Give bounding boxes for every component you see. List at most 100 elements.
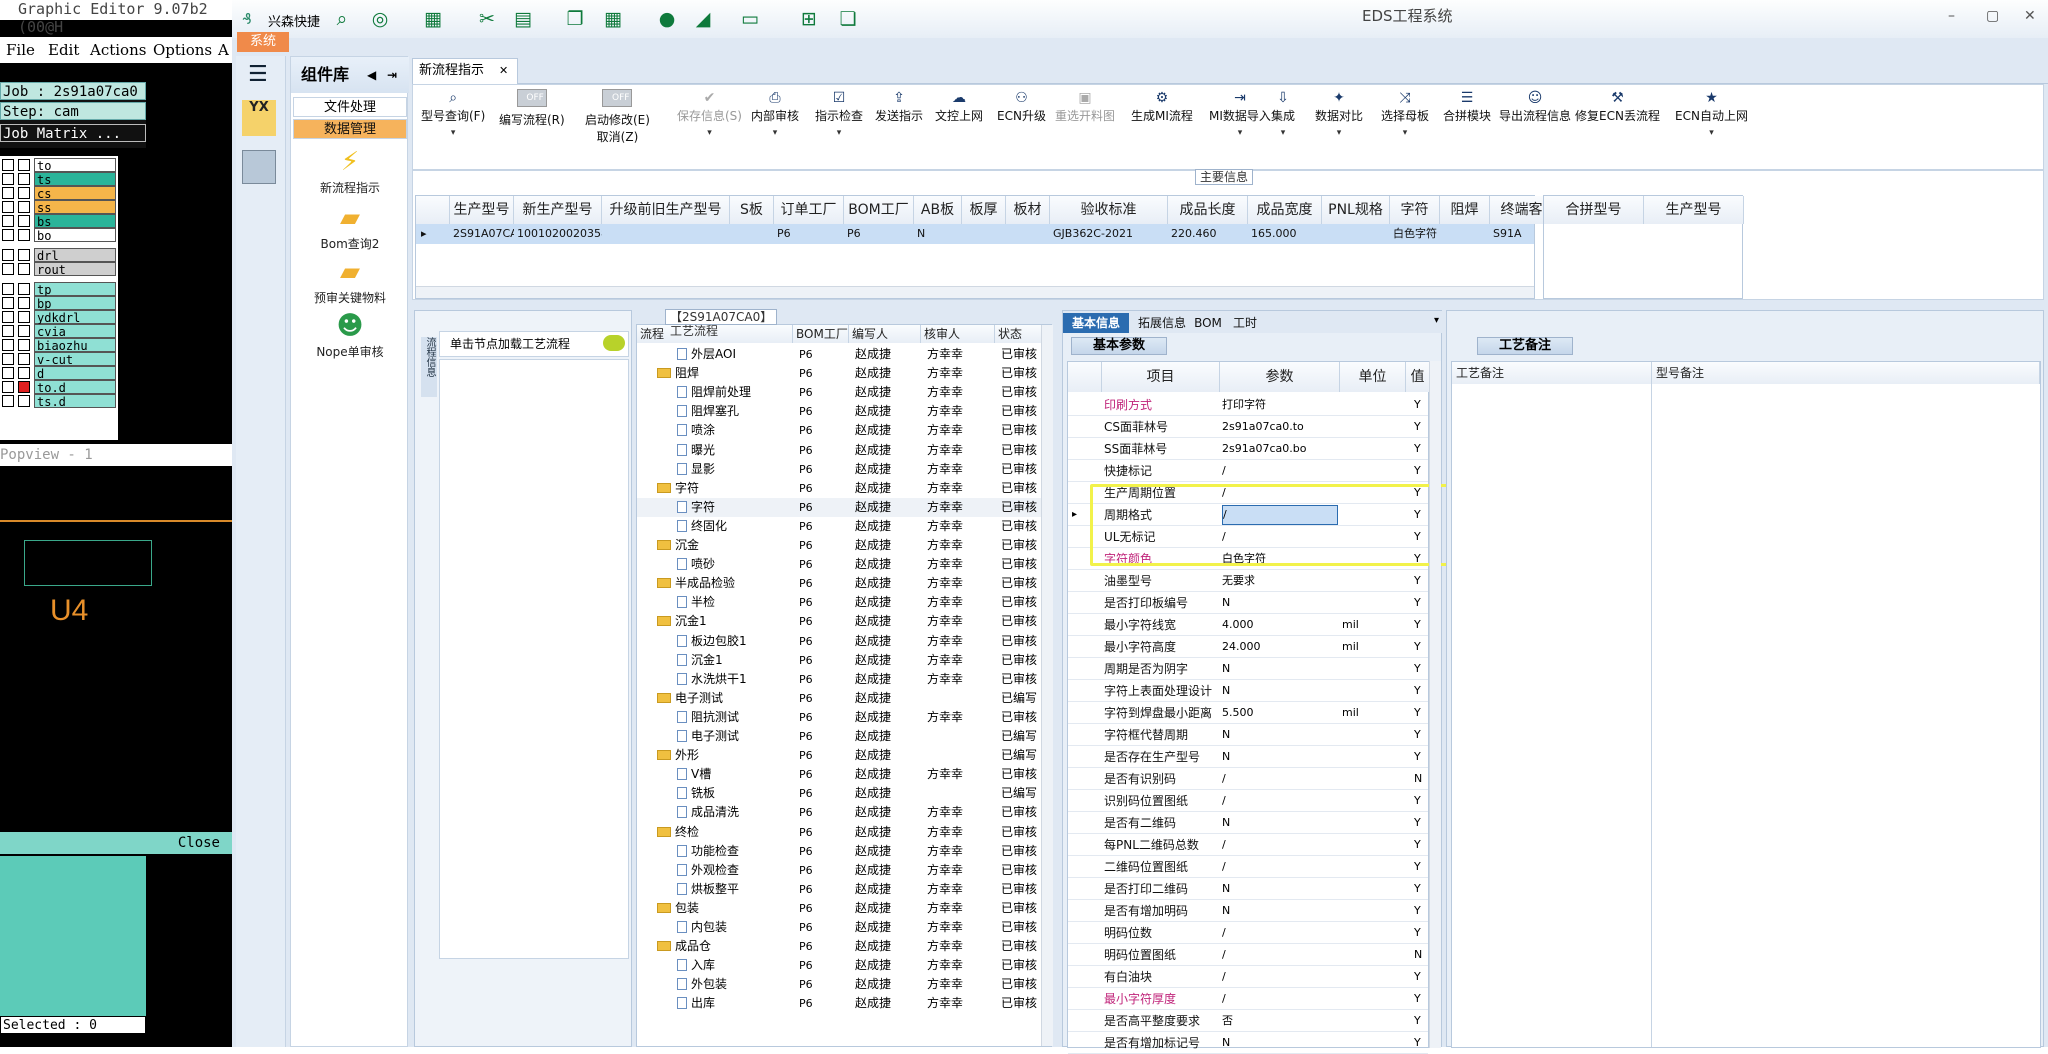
flow-node[interactable]: 沉金1 (677, 651, 723, 670)
chevron-down-icon[interactable]: ▾ (1271, 128, 1295, 138)
ribbon-magic-button[interactable]: ✦ 数据对比 ▾ (1315, 89, 1363, 138)
flow-node[interactable]: 半成品检验 (657, 574, 735, 593)
layer-row[interactable]: d (2, 366, 116, 381)
layer-checkbox[interactable] (2, 367, 14, 379)
param-header-0[interactable]: 项目 (1102, 362, 1220, 392)
chevron-down-icon[interactable]: ▾ (1381, 128, 1429, 138)
layer-name[interactable]: bs (34, 214, 116, 229)
flow-node[interactable]: 阻焊前处理 (677, 383, 751, 402)
hamburger-icon[interactable]: ☰ (248, 62, 268, 87)
table-icon[interactable]: ▦ (422, 8, 444, 30)
flow-row[interactable]: 水洗烘干1 P6 赵成捷 方幸幸 已审核 (637, 670, 1041, 689)
flow-row[interactable]: 外观检查 P6 赵成捷 方幸幸 已审核 (637, 861, 1041, 880)
flow-node[interactable]: 铣板 (677, 784, 715, 803)
toggle-switch[interactable]: OFF (516, 89, 547, 107)
flow-node[interactable]: 沉金1 (657, 612, 707, 631)
flow-row[interactable]: 电子测试 P6 赵成捷 已编写 (637, 727, 1041, 746)
flow-row[interactable]: 字符 P6 赵成捷 方幸幸 已审核 (637, 479, 1041, 498)
menu-more[interactable]: A (218, 41, 229, 59)
param-value[interactable]: N (1222, 592, 1338, 614)
flow-node[interactable]: V槽 (677, 765, 711, 784)
windows-icon[interactable]: ⊞ (798, 8, 820, 30)
layer-name[interactable]: v-cut (34, 352, 116, 367)
layer-row[interactable]: to (2, 158, 116, 173)
layer-row[interactable]: ss (2, 200, 116, 215)
flow-row[interactable]: 阻焊塞孔 P6 赵成捷 方幸幸 已审核 (637, 402, 1041, 421)
detail-tab-3[interactable]: 工时 (1227, 313, 1263, 333)
param-row[interactable]: 字符到焊盘最小距离 5.500 mil Y (1068, 702, 1428, 724)
main-cell[interactable]: 165.000 (1248, 224, 1322, 244)
flow-row[interactable]: 阻焊前处理 P6 赵成捷 方幸幸 已审核 (637, 383, 1041, 402)
flow-node[interactable]: 终固化 (677, 517, 727, 536)
main-cell[interactable]: 220.460 (1168, 224, 1248, 244)
main-header-6[interactable]: AB板 (914, 196, 962, 224)
process-notes-tab[interactable]: 工艺备注 (1477, 337, 1573, 355)
flow-vertical-tab[interactable]: 流程信息 (421, 337, 437, 397)
basic-params-tab[interactable]: 基本参数 (1071, 337, 1167, 355)
param-value[interactable]: 打印字符 (1222, 394, 1338, 416)
param-value[interactable]: 5.500 (1222, 702, 1338, 724)
flow-row[interactable]: 成品仓 P6 赵成捷 方幸幸 已审核 (637, 937, 1041, 956)
flow-row[interactable]: 阻焊 P6 赵成捷 方幸幸 已审核 (637, 364, 1041, 383)
layer-color-box[interactable] (18, 395, 30, 407)
main-cell[interactable]: 白色字符 (1390, 224, 1440, 244)
layer-checkbox[interactable] (2, 159, 14, 171)
yx-logo-icon[interactable]: YX (242, 100, 276, 136)
param-row[interactable]: 二维码位置图纸 / Y (1068, 856, 1428, 878)
layer-color-box[interactable] (18, 367, 30, 379)
param-value[interactable]: N (1222, 1032, 1338, 1054)
flow-row[interactable]: 沉金 P6 赵成捷 方幸幸 已审核 (637, 536, 1041, 555)
param-row[interactable]: 最小字符厚度 / Y (1068, 988, 1428, 1010)
flow-node[interactable]: 板边包胶1 (677, 632, 747, 651)
param-row[interactable]: SS面菲林号 2s91a07ca0.bo Y (1068, 438, 1428, 460)
flow-row[interactable]: 沉金1 P6 赵成捷 方幸幸 已审核 (637, 651, 1041, 670)
layer-row[interactable]: ts.d (2, 394, 116, 409)
flow-node[interactable]: 曝光 (677, 441, 715, 460)
ribbon-toggle-off-button[interactable]: OFF 编写流程(R) (499, 89, 565, 128)
job-matrix-button[interactable]: Job Matrix ... (0, 124, 146, 142)
main-cell[interactable] (602, 224, 730, 244)
layer-row[interactable]: cvia (2, 324, 116, 339)
ribbon-sublabel[interactable]: 取消(Z) (585, 128, 650, 145)
param-row[interactable]: 印刷方式 打印字符 Y (1068, 394, 1428, 416)
layer-row[interactable]: biaozhu (2, 338, 116, 353)
flow-node[interactable]: 电子测试 (657, 689, 723, 708)
ge-canvas[interactable]: U4 (0, 470, 232, 830)
main-header-9[interactable]: 验收标准 (1050, 196, 1168, 224)
notes-textarea[interactable] (1452, 384, 1652, 1047)
layer-checkbox[interactable] (2, 283, 14, 295)
main-header-7[interactable]: 板厚 (962, 196, 1006, 224)
flow-row[interactable]: 外层AOI P6 赵成捷 方幸幸 已审核 (637, 345, 1041, 364)
layer-color-box[interactable] (18, 297, 30, 309)
param-value[interactable]: / (1222, 460, 1338, 482)
ribbon-toggle-off-button[interactable]: OFF 启动修改(E) 取消(Z) (585, 89, 650, 145)
flow-node[interactable]: 外形 (657, 746, 699, 765)
main-header-2[interactable]: 升级前旧生产型号 (602, 196, 730, 224)
menu-actions[interactable]: Actions (90, 41, 146, 59)
flow-row[interactable]: 电子测试 P6 赵成捷 已编写 (637, 689, 1041, 708)
ribbon-search-button[interactable]: ⌕ 型号查询(F) ▾ (421, 89, 485, 138)
layer-checkbox[interactable] (2, 187, 14, 199)
param-value[interactable]: 4.000 (1222, 614, 1338, 636)
param-value[interactable]: N (1222, 658, 1338, 680)
flow-row[interactable]: 字符 P6 赵成捷 方幸幸 已审核 (637, 497, 1041, 517)
param-value[interactable]: / (1222, 944, 1338, 966)
ribbon-sign-in-button[interactable]: ⇥ MI数据导入 ▾ (1209, 89, 1271, 138)
layer-name[interactable]: biaozhu (34, 338, 116, 353)
param-row[interactable]: 明码位置图纸 / N (1068, 944, 1428, 966)
layer-name[interactable]: to.d (34, 380, 116, 395)
flow-node[interactable]: 字符 (677, 498, 715, 517)
layer-row[interactable]: drl (2, 248, 116, 263)
ribbon-upload-button[interactable]: ⇪ 发送指示 (875, 89, 923, 124)
copy-icon[interactable]: ❐ (564, 8, 586, 30)
flow-node[interactable]: 外观检查 (677, 861, 739, 880)
chevron-down-icon[interactable]: ▾ (815, 128, 863, 138)
layer-color-box[interactable] (18, 381, 30, 393)
layer-name[interactable]: to (34, 158, 116, 173)
layer-row[interactable]: tp (2, 282, 116, 297)
flow-node[interactable]: 外层AOI (677, 345, 736, 364)
layer-color-box[interactable] (18, 353, 30, 365)
calculator-icon[interactable] (242, 150, 276, 184)
detail-tab-0[interactable]: 基本信息 (1063, 313, 1129, 333)
search-icon[interactable]: ⌕ (331, 8, 353, 30)
